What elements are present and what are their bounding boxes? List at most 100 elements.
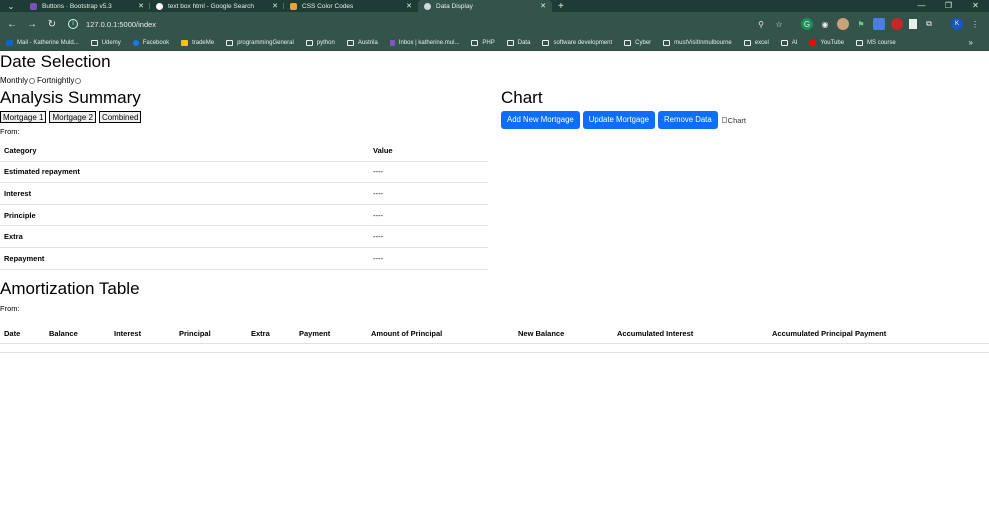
bookmark-ms-course[interactable]: MS course [856,40,896,46]
window-close-icon[interactable]: ✕ [962,0,989,12]
add-new-mortgage-button[interactable]: Add New Mortgage [501,111,580,129]
broken-image-icon [721,117,727,123]
bookmark-label: excel [754,40,769,46]
amortization-table-heading: Amortization Table [0,279,140,298]
category-cell: Repayment [0,247,373,270]
proton-mail-icon [389,40,395,46]
interest-header: Interest [110,323,175,344]
bookmark-facebook[interactable]: Facebook [132,40,169,46]
folder-icon [743,40,751,46]
value-header: Value [373,140,488,162]
close-tab-icon[interactable]: ✕ [540,2,546,10]
bookmark-python[interactable]: python [305,40,335,46]
back-arrow-icon[interactable]: ← [2,19,22,30]
more-bookmarks-chevron-icon[interactable]: » [969,38,973,47]
browser-toolbar: ← → ↻ i 127.0.0.1:5000/index ⚲ ☆ G ◉ ⚑ ⧉… [0,12,989,36]
translate-extension-icon[interactable] [873,18,885,30]
bookmark-inbox[interactable]: Inbox | katherine.mul... [389,40,459,46]
table-row: Estimated repayment ---- [0,161,488,184]
bootstrap-favicon-icon [30,2,37,10]
bookmark-php[interactable]: PHP [471,40,495,46]
bookmark-udemy[interactable]: Udemy [90,40,121,46]
bookmark-excel[interactable]: excel [743,40,769,46]
outlook-icon [6,40,13,46]
analysis-summary-heading: Analysis Summary [0,88,141,107]
tab-label: Buttons · Bootstrap v5.3 [42,2,112,10]
folder-icon [471,40,479,46]
grammarly-extension-icon[interactable]: G [801,18,813,30]
bookmark-austrila[interactable]: Austrila [346,40,378,46]
tab-search-chevron-icon[interactable]: ⌄ [4,0,18,12]
tab-label: CSS Color Codes [302,2,354,10]
tab-data-display[interactable]: Data Display ✕ [418,0,552,12]
folder-icon [305,40,313,46]
new-tab-plus-icon[interactable]: + [558,1,564,12]
profile-avatar[interactable]: K [951,18,963,30]
chart-heading: Chart [501,88,543,107]
value-cell: ---- [373,225,488,248]
bookmark-must-visit[interactable]: mustVisitInmulbourne [663,40,732,46]
bookmark-data[interactable]: Data [506,40,530,46]
reload-icon[interactable]: ↻ [42,19,62,30]
folder-icon [624,40,632,46]
tab-css-color-codes[interactable]: CSS Color Codes ✕ [284,0,418,12]
bookmark-label: programmingGeneral [237,40,294,46]
remove-data-button[interactable]: Remove Data [658,111,718,129]
update-mortgage-button[interactable]: Update Mortgage [582,111,655,129]
table-header-row: Category Value [0,140,488,162]
value-cell: ---- [373,247,488,270]
bookmark-label: YouTube [820,40,845,46]
fortnightly-radio[interactable] [75,77,82,84]
analysis-summary-table: Category Value Estimated repayment ---- … [0,140,488,270]
mortgage-1-button[interactable]: Mortgage 1 [0,111,47,123]
balance-header: Balance [45,323,110,344]
site-info-icon[interactable]: i [68,19,78,29]
tab-bootstrap-buttons[interactable]: Buttons · Bootstrap v5.3 ✕ [24,0,150,12]
url-text[interactable]: 127.0.0.1:5000/index [86,20,156,29]
avatar-extension-icon[interactable] [837,18,849,30]
forward-arrow-icon[interactable]: → [22,19,42,30]
close-tab-icon[interactable]: ✕ [138,2,144,10]
address-bar[interactable]: i 127.0.0.1:5000/index [68,15,156,33]
bookmark-label: AI [791,40,798,46]
folder-icon [542,40,550,46]
zoom-magnifier-icon[interactable]: ⚲ [755,18,767,30]
monthly-radio[interactable] [29,77,36,84]
bookmark-mail[interactable]: Mail - Katherine Muld... [6,40,79,46]
close-tab-icon[interactable]: ✕ [406,2,412,10]
close-tab-icon[interactable]: ✕ [272,2,278,10]
bookmark-youtube[interactable]: YouTube [809,40,844,46]
document-extension-icon[interactable] [909,19,917,29]
bookmark-label: Austrila [357,40,378,46]
folder-icon [506,40,514,46]
browser-menu-kebab-icon[interactable]: ⋮ [969,18,981,30]
maximize-icon[interactable]: ❐ [935,0,962,12]
category-cell: Estimated repayment [0,161,373,184]
monthly-label: Monthly [0,76,29,85]
table-row: Principle ---- [0,204,488,227]
bookmark-star-icon[interactable]: ☆ [773,18,785,30]
value-cell: ---- [373,161,488,184]
bookmark-ai[interactable]: AI [780,40,798,46]
extensions-puzzle-icon[interactable]: ⧉ [923,18,935,30]
minimize-icon[interactable]: — [908,0,935,12]
mortgage-selector-buttons: Mortgage 1 Mortgage 2 Combined [0,111,142,123]
bookmarks-bar: Mail - Katherine Muld... Udemy Facebook … [0,36,989,51]
bookmark-trademe[interactable]: tradeMe [181,40,214,46]
bookmark-software-development[interactable]: software development [542,40,612,46]
folder-icon [663,40,671,46]
flag-extension-icon[interactable]: ⚑ [855,18,867,30]
toolbar-actions: ⚲ ☆ G ◉ ⚑ ⧉ K ⋮ [755,18,981,30]
chart-image-broken: Chart [721,116,746,125]
category-cell: Interest [0,182,373,205]
bookmark-programming-general[interactable]: programmingGeneral [226,40,294,46]
tab-google-search[interactable]: text box html - Google Search ✕ [150,0,284,12]
amortization-table: Date Balance Interest Principal Extra Pa… [0,323,989,353]
mortgage-2-button[interactable]: Mortgage 2 [49,111,96,123]
bookmark-label: Cyber [635,40,652,46]
amortization-from-label: From: [0,304,20,313]
combined-button[interactable]: Combined [98,111,142,123]
bookmark-cyber[interactable]: Cyber [624,40,651,46]
camera-extension-icon[interactable]: ◉ [819,18,831,30]
ublock-extension-icon[interactable] [891,18,903,30]
